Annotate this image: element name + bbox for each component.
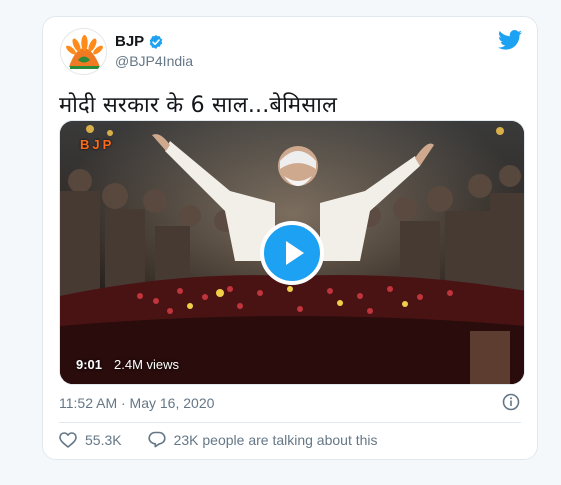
author-name[interactable]: BJP	[115, 33, 144, 50]
twitter-bird-icon[interactable]	[498, 30, 522, 50]
author-handle[interactable]: @BJP4India	[115, 53, 193, 69]
like-count: 55.3K	[85, 431, 122, 448]
video-duration: 9:01	[76, 357, 103, 372]
info-icon[interactable]	[502, 393, 520, 411]
tweet-timestamp[interactable]: 11:52 AM · May 16, 2020	[59, 395, 214, 411]
tweet-actions: 55.3K 23K people are talking about this	[59, 431, 378, 448]
tweet-text: मोदी सरकार के 6 साल...बेमिसाल	[59, 93, 338, 118]
divider	[59, 422, 521, 423]
video-views: 2.4M views	[114, 357, 180, 372]
tweet-card: BJP @BJP4India मोदी सरकार के 6 साल...बेम…	[42, 16, 538, 460]
play-icon	[286, 240, 304, 265]
like-button[interactable]: 55.3K	[59, 432, 122, 448]
verified-badge-icon	[149, 34, 163, 49]
video-player[interactable]: BJP 9:01 2.4M views	[59, 120, 525, 385]
heart-icon	[59, 431, 77, 448]
video-meta: 9:01 2.4M views	[76, 357, 179, 372]
channel-watermark: BJP	[80, 137, 115, 152]
author-row: BJP	[115, 33, 164, 50]
conversation-button[interactable]: 23K people are talking about this	[147, 431, 378, 448]
play-button[interactable]	[260, 220, 324, 285]
comment-icon	[147, 431, 166, 448]
bjp-avatar-icon[interactable]	[60, 28, 107, 75]
talking-text: 23K people are talking about this	[173, 431, 378, 448]
